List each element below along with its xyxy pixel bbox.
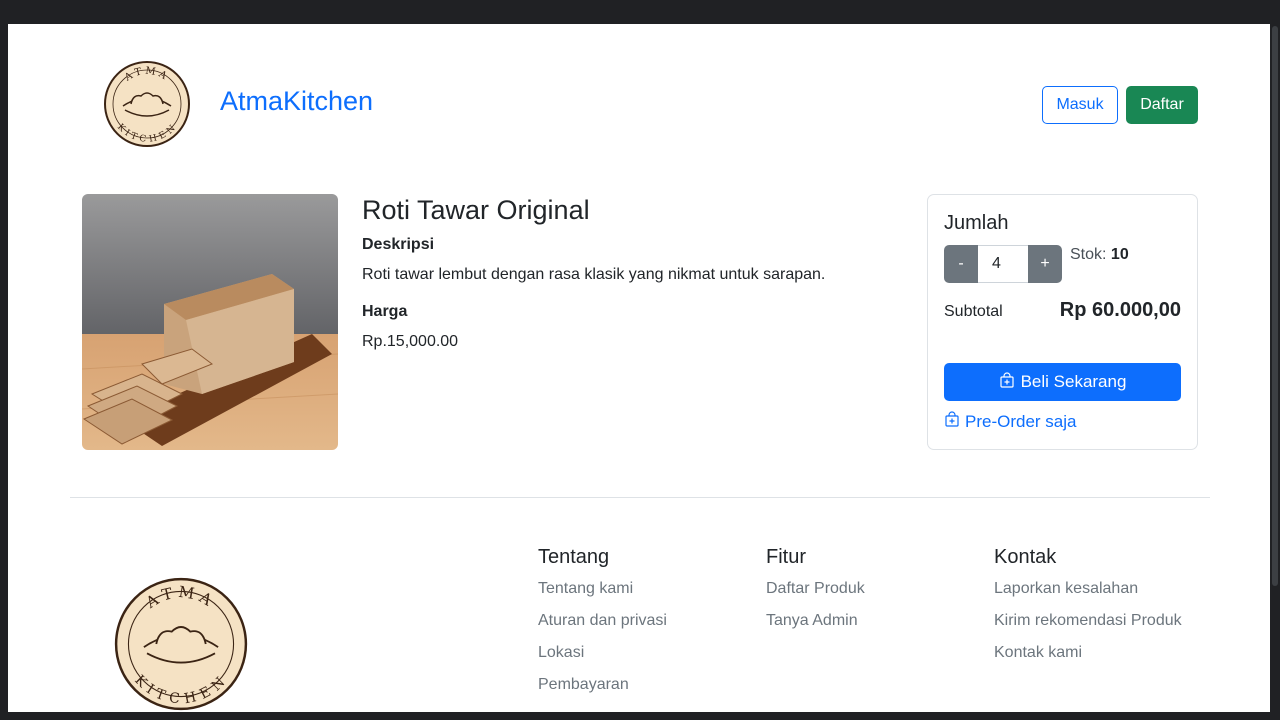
subtotal-value: Rp 60.000,00 [1059,299,1181,321]
order-card: Jumlah - + Stok: 10 Subtotal Rp 60.000,0… [927,194,1198,450]
login-button[interactable]: Masuk [1042,86,1118,124]
description-label: Deskripsi [362,236,435,253]
product-title: Roti Tawar Original [362,195,590,225]
bag-plus-icon [944,411,960,432]
scrollbar-thumb[interactable] [1272,26,1278,586]
quantity-input[interactable] [978,245,1028,283]
footer-column-features: Fitur Daftar Produk Tanya Admin [766,546,865,641]
quantity-label: Jumlah [944,212,1009,234]
footer-column-about: Tentang Tentang kami Aturan dan privasi … [538,546,667,705]
buy-now-button[interactable]: Beli Sekarang [944,363,1181,401]
page: ATMA KITCHEN AtmaKitchen Masuk Daftar Ro… [8,24,1270,712]
decrease-button[interactable]: - [944,245,978,283]
footer-link-contact-us[interactable]: Kontak kami [994,641,1182,673]
subtotal-label: Subtotal [944,303,1003,320]
footer-link-payment[interactable]: Pembayaran [538,673,667,705]
description-text: Roti tawar lembut dengan rasa klasik yan… [362,266,826,283]
increase-button[interactable]: + [1028,245,1062,283]
footer-column-title: Kontak [994,546,1057,568]
footer-column-title: Tentang [538,546,610,568]
quantity-stepper: - + [944,245,1062,283]
footer-link-recommend-product[interactable]: Kirim rekomendasi Produk [994,609,1182,641]
logo[interactable]: ATMA KITCHEN [103,60,191,148]
price-value: Rp.15,000.00 [362,333,459,350]
footer-link-about-us[interactable]: Tentang kami [538,577,667,609]
footer-link-location[interactable]: Lokasi [538,641,667,673]
footer-link-report-error[interactable]: Laporkan kesalahan [994,577,1182,609]
scrollbar[interactable] [1270,24,1280,712]
footer-divider [70,497,1210,498]
price-label: Harga [362,303,408,320]
footer-link-product-list[interactable]: Daftar Produk [766,577,865,609]
stock-info: Stok: 10 [1070,246,1129,264]
bag-plus-icon [999,371,1015,393]
buy-now-label: Beli Sekarang [1020,372,1127,391]
brand-name[interactable]: AtmaKitchen [220,86,373,117]
footer-link-privacy[interactable]: Aturan dan privasi [538,609,667,641]
footer-link-ask-admin[interactable]: Tanya Admin [766,609,865,641]
footer-logo: ATMA KITCHEN [113,576,249,712]
product-image [82,194,338,450]
stock-value: 10 [1110,246,1129,263]
preorder-link[interactable]: Pre-Order saja [944,411,1076,432]
footer-column-title: Fitur [766,546,806,568]
footer-column-contact: Kontak Laporkan kesalahan Kirim rekomend… [994,546,1182,673]
register-button[interactable]: Daftar [1126,86,1198,124]
stock-label: Stok: [1070,246,1107,263]
preorder-label: Pre-Order saja [965,411,1077,431]
